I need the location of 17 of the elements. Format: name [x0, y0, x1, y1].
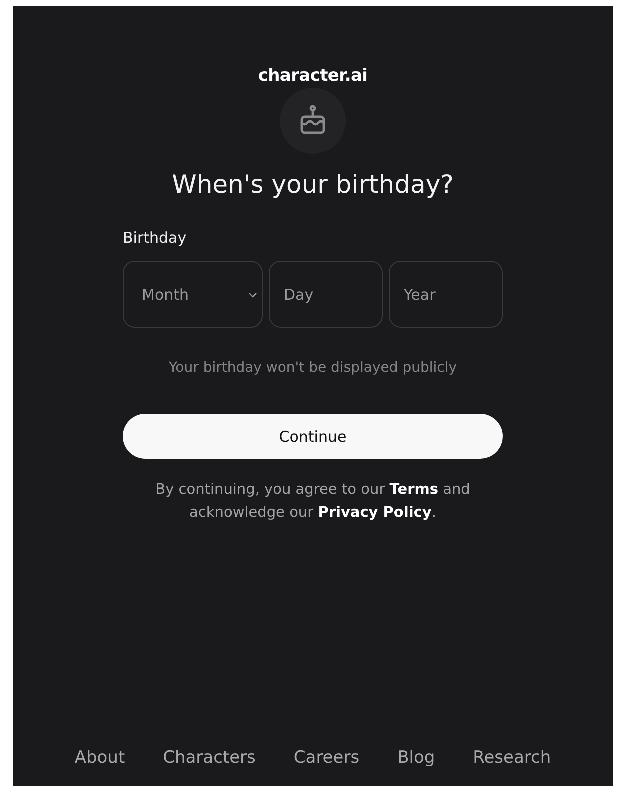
- cake-icon: [280, 88, 346, 154]
- date-input-field[interactable]: Year: [389, 261, 503, 328]
- legal-text: By continuing, you agree to our Terms and acknowledge our Privacy Policy.: [154, 481, 472, 523]
- privacy-note: Your birthday won't be displayed publicly: [168, 360, 458, 376]
- page-title: When's your birthday?: [172, 170, 454, 199]
- footer-link[interactable]: Characters: [163, 748, 256, 768]
- logo: character.ai: [258, 66, 368, 86]
- footer-link[interactable]: About: [74, 748, 126, 768]
- continue-button[interactable]: Continue: [123, 414, 503, 459]
- privacy-policy-link[interactable]: Privacy Policy: [318, 505, 432, 521]
- footer-link[interactable]: Blog: [398, 748, 436, 768]
- date-input-field[interactable]: Day: [269, 261, 383, 328]
- month-select[interactable]: Month: [123, 261, 263, 328]
- terms-link[interactable]: Terms: [390, 482, 438, 498]
- footer-link[interactable]: Research: [473, 748, 552, 768]
- footer-link[interactable]: Careers: [294, 748, 360, 768]
- field-label: Birthday: [123, 229, 188, 247]
